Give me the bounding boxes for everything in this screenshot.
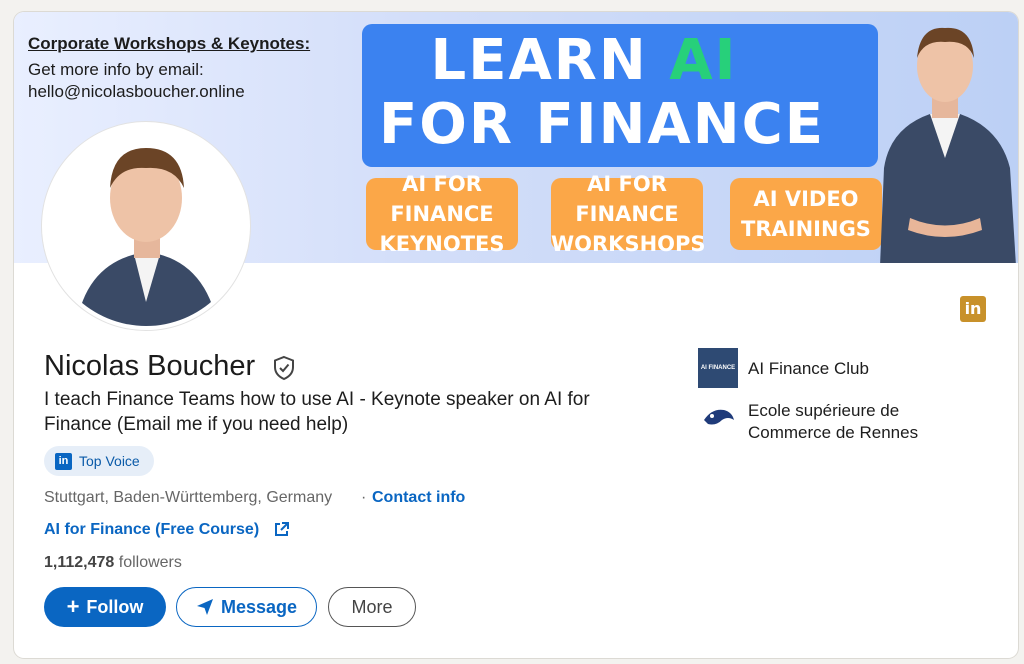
follow-button[interactable]: + Follow <box>44 587 166 627</box>
top-voice-badge[interactable]: in Top Voice <box>44 446 154 476</box>
banner-pill-keynotes: AI FOR FINANCE KEYNOTES <box>366 172 518 256</box>
promo-email: hello@nicolasboucher.online <box>28 82 245 101</box>
linkedin-icon: in <box>55 453 72 470</box>
top-voice-label: Top Voice <box>79 453 140 469</box>
external-link-icon[interactable] <box>273 521 290 538</box>
course-link[interactable]: AI for Finance (Free Course) <box>44 521 259 539</box>
profile-name: Nicolas Boucher <box>44 350 256 382</box>
message-button[interactable]: Message <box>176 587 317 627</box>
org-logo-rennes-icon[interactable] <box>698 398 738 438</box>
promo-title: Corporate Workshops & Keynotes: <box>28 34 311 53</box>
linkedin-icon: in <box>960 296 986 322</box>
hero-accent: AI <box>669 28 738 93</box>
org-name-ai-finance-club[interactable]: AI Finance Club <box>748 359 869 379</box>
message-label: Message <box>220 596 298 617</box>
contact-info-link[interactable]: Contact info <box>372 489 465 507</box>
profile-location: Stuttgart, Baden-Württemberg, Germany <box>44 489 333 506</box>
profile-card: Corporate Workshops & Keynotes: Get more… <box>14 12 1018 658</box>
avatar-photo <box>46 126 246 326</box>
promo-line: Get more info by email: <box>28 60 204 79</box>
banner-pill-workshops: AI FOR FINANCE WORKSHOPS <box>551 172 706 256</box>
hero-line-2: FOR FINANCE <box>379 92 825 157</box>
profile-avatar[interactable] <box>42 122 250 330</box>
verified-shield-icon[interactable] <box>272 355 296 381</box>
plus-icon: + <box>66 594 80 619</box>
more-label: More <box>351 596 393 617</box>
followers-number: 1,112,478 <box>44 554 115 571</box>
banner-person-image <box>880 27 1016 263</box>
more-button[interactable]: More <box>328 587 416 627</box>
followers-count: 1,112,478 followers <box>44 554 182 572</box>
org-logo-ai-finance-club[interactable]: AI FINANCE <box>698 348 738 388</box>
follow-label: Follow <box>86 596 144 617</box>
send-icon <box>196 599 213 615</box>
followers-label: followers <box>118 554 182 571</box>
hero-box: LEARN AI FOR FINANCE <box>362 24 878 167</box>
org-name-rennes[interactable]: Ecole supérieure de Commerce de Rennes <box>748 400 968 444</box>
hero-line-1: LEARN AI <box>430 28 738 93</box>
banner-pill-trainings: AI VIDEO TRAININGS <box>730 178 882 250</box>
profile-headline: I teach Finance Teams how to use AI - Ke… <box>44 389 590 435</box>
separator-dot: · <box>361 489 367 506</box>
